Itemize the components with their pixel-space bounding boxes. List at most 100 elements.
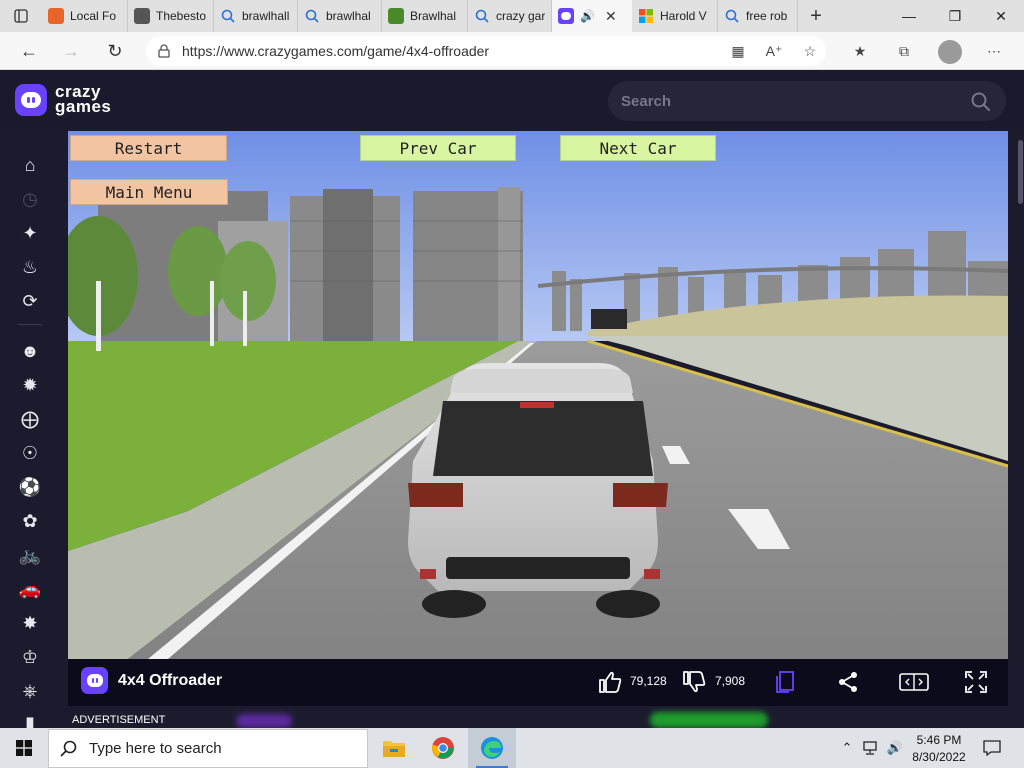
share-icon[interactable] [834, 668, 862, 696]
microsoft-icon [638, 8, 654, 24]
favorites-icon[interactable]: ★ [848, 39, 872, 63]
add-favorite-icon[interactable]: ☆ [798, 39, 822, 63]
back-button[interactable]: ← [14, 36, 44, 66]
game-canvas[interactable]: Restart Main Menu Prev Car Next Car [68, 131, 1008, 659]
game-logo-icon [81, 667, 108, 694]
taskbar-search-box[interactable]: Type here to search [48, 729, 368, 768]
tab-title: brawlhal [326, 9, 371, 23]
next-car-button[interactable]: Next Car [560, 135, 716, 161]
show-hidden-icons[interactable]: ⌃ [836, 728, 858, 768]
browser-tab[interactable]: brawlhal [298, 0, 382, 32]
home-icon[interactable]: ⌂ [16, 151, 44, 179]
ad-image-1[interactable] [236, 714, 292, 728]
tab-title: Brawlhal [410, 9, 457, 23]
advertisement-label: ADVERTISEMENT [72, 714, 166, 726]
chrome-icon[interactable] [419, 728, 467, 768]
sidebar-divider [18, 324, 42, 325]
file-explorer-icon[interactable] [370, 728, 418, 768]
car-icon[interactable]: 🚗 [16, 575, 44, 603]
tab-title: crazy gar [496, 9, 545, 23]
volume-icon[interactable]: 🔊 [884, 728, 906, 768]
restore-button[interactable]: ❐ [932, 0, 978, 32]
browser-tab[interactable]: Harold V [632, 0, 718, 32]
casual-icon[interactable]: ✿ [16, 507, 44, 535]
browser-tab-strip: Local Fo Thebesto brawlhall brawlhal Brawlha… [0, 0, 1024, 32]
multiplayer-icon[interactable]: ☻ [16, 337, 44, 365]
game-icon [388, 8, 404, 24]
read-aloud-icon[interactable]: A⁺ [762, 39, 786, 63]
likes-count: 79,128 [630, 674, 667, 688]
thumbs-down-icon[interactable] [680, 668, 708, 696]
search-icon [474, 8, 490, 24]
page-scrollbar-thumb[interactable] [1018, 140, 1023, 204]
taskbar-search-icon [49, 740, 89, 758]
embed-icon[interactable] [772, 668, 800, 696]
crazygames-logo-text[interactable]: crazy games [55, 83, 111, 115]
minimize-button[interactable]: — [886, 0, 932, 32]
driving-icon[interactable]: ⎈ [16, 677, 44, 705]
player-car [408, 363, 668, 618]
browser-tab[interactable]: 🔊 ✕ [552, 0, 632, 32]
taskbar-search-placeholder: Type here to search [89, 740, 222, 757]
browser-tab[interactable]: free rob [718, 0, 798, 32]
profile-avatar[interactable] [938, 40, 962, 64]
app-available-icon[interactable]: ▦ [726, 39, 750, 63]
crazygames-logo-icon[interactable] [15, 84, 47, 116]
bike-icon[interactable]: 🚲 [16, 541, 44, 569]
sports-icon[interactable]: ⚽ [16, 473, 44, 501]
search-icon[interactable] [970, 91, 992, 113]
io-icon[interactable]: ♔ [16, 643, 44, 671]
restart-button[interactable]: Restart [70, 135, 227, 161]
ad-image-2[interactable] [650, 712, 768, 728]
browser-tab[interactable]: Thebesto [128, 0, 214, 32]
trending-icon[interactable]: ♨ [16, 253, 44, 281]
url-field[interactable]: https://www.crazygames.com/game/4x4-offr… [146, 36, 826, 66]
search-icon [724, 8, 740, 24]
left-buildings [98, 187, 523, 341]
browser-tab[interactable]: crazy gar [468, 0, 552, 32]
taskbar-clock[interactable]: 5:46 PM 8/30/2022 [906, 732, 972, 766]
refresh-button[interactable]: ↻ [100, 36, 130, 66]
collections-icon[interactable]: ⧉ [892, 39, 916, 63]
clicker-icon[interactable]: ✸ [16, 609, 44, 637]
close-window-button[interactable]: ✕ [978, 0, 1024, 32]
browser-tab[interactable]: Brawlhal [382, 0, 468, 32]
address-bar-row: ← → ↻ https://www.crazygames.com/game/4x… [0, 32, 1024, 70]
site-search-input[interactable] [621, 92, 941, 110]
theater-mode-icon[interactable] [898, 668, 930, 696]
more-options-icon[interactable]: ⋯ [982, 39, 1006, 63]
search-icon [220, 8, 236, 24]
windows-start-icon[interactable] [0, 728, 48, 768]
action-icon[interactable]: ✹ [16, 371, 44, 399]
close-tab-icon[interactable]: ✕ [605, 8, 617, 25]
arcade-icon[interactable]: ☉ [16, 439, 44, 467]
browser-tab[interactable]: brawlhall [214, 0, 298, 32]
browser-tab[interactable]: Local Fo [42, 0, 128, 32]
main-menu-button[interactable]: Main Menu [70, 179, 228, 205]
lock-icon [146, 44, 182, 58]
updated-icon[interactable]: ⟳ [16, 287, 44, 315]
tab-audio-icon[interactable]: 🔊 [580, 9, 595, 23]
tab-title: Thebesto [156, 9, 207, 23]
forward-button[interactable]: → [56, 36, 86, 66]
new-icon[interactable]: ✦ [16, 219, 44, 247]
game-scene [68, 131, 1008, 659]
page-scrollbar-track[interactable] [1016, 131, 1024, 728]
crazygames-icon [558, 8, 574, 24]
site-search-box [608, 81, 1006, 121]
url-text: https://www.crazygames.com/game/4x4-offr… [182, 43, 490, 59]
tab-title: brawlhall [242, 9, 290, 23]
edge-icon[interactable] [468, 728, 516, 768]
dislikes-count: 7,908 [715, 674, 746, 688]
clock-date: 8/30/2022 [912, 750, 966, 764]
recent-icon[interactable]: ◷ [16, 185, 44, 213]
prev-car-button[interactable]: Prev Car [360, 135, 516, 161]
adventure-icon[interactable]: ⨁ [16, 405, 44, 433]
network-icon[interactable] [860, 728, 884, 768]
fullscreen-icon[interactable] [962, 668, 990, 696]
tab-title: Local Fo [70, 9, 117, 23]
notifications-icon[interactable] [980, 728, 1004, 768]
tab-actions-icon[interactable] [0, 0, 42, 32]
new-tab-button[interactable]: + [798, 0, 834, 32]
thumbs-up-icon[interactable] [596, 668, 624, 696]
